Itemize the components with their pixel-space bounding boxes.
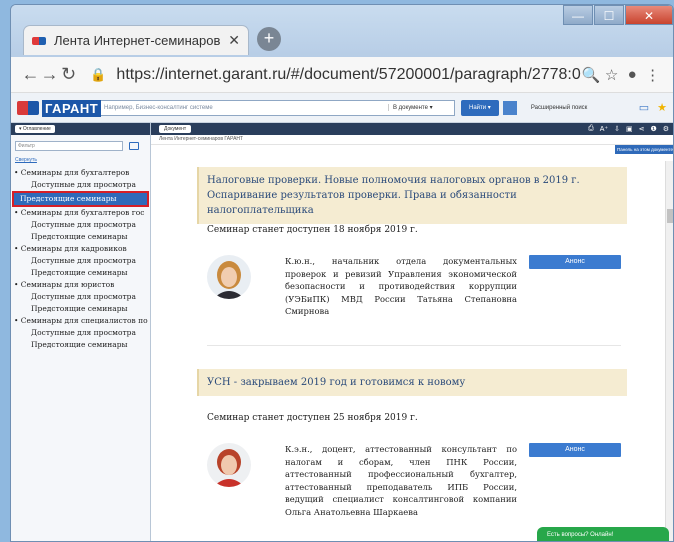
toc-section-item[interactable]: • Семинары для юристов <box>11 279 150 291</box>
divider <box>207 345 621 346</box>
export-icon[interactable]: ⇩ <box>614 125 620 133</box>
speaker-bio-1: К.ю.н., начальник отдела документальных … <box>285 256 517 316</box>
forward-icon[interactable]: → <box>40 64 59 85</box>
share-icon[interactable]: ⋖ <box>639 125 645 133</box>
speaker-bio-2: К.э.н., доцент, аттестованный консультан… <box>285 444 517 517</box>
toc-subitem[interactable]: Предстоящие семинары <box>11 339 150 351</box>
header-icons: ▭ ★ <box>639 101 667 114</box>
speaker-photo-1-image <box>207 255 251 299</box>
toc-subitem[interactable]: Доступные для просмотра <box>11 179 150 191</box>
new-tab-button[interactable]: + <box>257 27 281 51</box>
toc-subitem[interactable]: Доступные для просмотра <box>11 255 150 267</box>
document-toolbar: ⎙ A⁺ ⇩ ▣ ⋖ ❶ ⚙ <box>588 125 673 133</box>
minimize-button[interactable]: — <box>563 5 593 25</box>
toc-subitem[interactable]: Предстоящие семинары <box>12 191 149 207</box>
search-options-button[interactable] <box>502 100 517 115</box>
garant-logo-mark-icon <box>17 100 39 115</box>
document-bar: Документ ⎙ A⁺ ⇩ ▣ ⋖ ❶ ⚙ <box>151 123 673 135</box>
browser-window: Лента Интернет-семинаров ГАР ✕ + — ☐ ✕ ←… <box>10 4 674 542</box>
garant-header: ГАРАНТ Например, Бизнес-консалтинг систе… <box>11 93 673 123</box>
find-button[interactable]: Найти ▾ <box>461 99 499 116</box>
toc-subitem[interactable]: Предстоящие семинары <box>11 303 150 315</box>
account-icon[interactable]: ● <box>622 66 643 83</box>
devices-icon[interactable]: ▭ <box>639 101 649 114</box>
favorites-star-icon[interactable]: ★ <box>657 101 667 114</box>
left-panel-bar: ▾ Оглавление <box>11 123 150 135</box>
speaker-photo-1 <box>207 255 251 299</box>
toc-subitem[interactable]: Предстоящие семинары <box>11 231 150 243</box>
toc-section-item[interactable]: • Семинары для специалистов по <box>11 315 150 327</box>
speaker-photo-2 <box>207 443 251 487</box>
left-panel: ▾ Оглавление Фильтр Свернуть • Семинары … <box>11 123 151 541</box>
chat-widget[interactable]: Есть вопросы? Онлайн! <box>537 527 669 541</box>
search-placeholder: Например, Бизнес-консалтинг системе <box>104 104 213 111</box>
garant-logo-text: ГАРАНТ <box>42 99 102 117</box>
toc-filter: Фильтр <box>11 135 150 155</box>
address-bar[interactable]: https://internet.garant.ru/#/document/57… <box>116 66 580 84</box>
side-panel-toggle[interactable]: Панель на этом документе <box>615 145 673 154</box>
seminar-availability-2: Семинар станет доступен 25 ноября 2019 г… <box>207 413 418 423</box>
seminar-availability-1: Семинар станет доступен 18 ноября 2019 г… <box>207 225 418 235</box>
seminar-topic-2[interactable]: УСН - закрываем 2019 год и готовимся к н… <box>197 369 627 396</box>
collapse-link[interactable]: Свернуть <box>11 155 150 167</box>
title-bar: Лента Интернет-семинаров ГАР ✕ + — ☐ ✕ <box>11 5 673 57</box>
browser-tab[interactable]: Лента Интернет-семинаров ГАР ✕ <box>23 25 249 55</box>
info-icon[interactable]: ❶ <box>650 125 656 133</box>
document-area: Документ ⎙ A⁺ ⇩ ▣ ⋖ ❶ ⚙ Лента Интернет-с… <box>151 123 673 541</box>
garant-logo[interactable]: ГАРАНТ <box>17 98 102 118</box>
bookmark-star-icon[interactable]: ☆ <box>601 66 622 84</box>
browser-toolbar: ← → ↻ 🔒 https://internet.garant.ru/#/doc… <box>11 57 673 93</box>
search-scope-select[interactable]: В документе ▾ <box>388 104 450 111</box>
speaker-photo-2-image <box>207 443 251 487</box>
toc-section-item[interactable]: • Семинары для бухгалтеров <box>11 167 150 179</box>
document-scrollbar[interactable] <box>665 161 673 541</box>
tab-close-icon[interactable]: ✕ <box>228 32 240 49</box>
toc-section-item[interactable]: • Семинары для бухгалтеров гос <box>11 207 150 219</box>
window-controls: — ☐ ✕ <box>562 5 673 25</box>
settings-icon[interactable]: ⚙ <box>663 125 669 133</box>
toc-filter-input[interactable]: Фильтр <box>15 141 123 151</box>
close-window-button[interactable]: ✕ <box>625 5 673 25</box>
main-search-input[interactable]: Например, Бизнес-консалтинг системе В до… <box>99 99 455 116</box>
toc-subitem[interactable]: Доступные для просмотра <box>11 291 150 303</box>
extended-search-link[interactable]: Расширенный поиск <box>531 105 588 111</box>
anons-button-2[interactable]: Анонс <box>529 443 621 457</box>
menu-icon[interactable]: ⋮ <box>642 66 663 84</box>
toc-tree: • Семинары для бухгалтеров Доступные для … <box>11 167 150 351</box>
breadcrumb: Лента Интернет-семинаров ГАРАНТ <box>151 135 673 145</box>
print-icon[interactable]: ⎙ <box>588 125 594 133</box>
garant-favicon-icon <box>32 35 48 47</box>
reload-icon[interactable]: ↻ <box>59 64 78 85</box>
toc-tab[interactable]: ▾ Оглавление <box>15 125 55 133</box>
document-tab[interactable]: Документ <box>159 125 192 133</box>
toc-subitem[interactable]: Доступные для просмотра <box>11 327 150 339</box>
tab-title: Лента Интернет-семинаров ГАР <box>54 33 222 48</box>
zoom-icon[interactable]: 🔍 <box>581 66 602 84</box>
font-size-icon[interactable]: A⁺ <box>600 125 608 133</box>
toc-subitem[interactable]: Доступные для просмотра <box>11 219 150 231</box>
toc-filter-button[interactable] <box>129 142 139 150</box>
anons-button-1[interactable]: Анонс <box>529 255 621 269</box>
maximize-button[interactable]: ☐ <box>594 5 624 25</box>
save-icon[interactable]: ▣ <box>626 125 633 133</box>
seminar-topic-1[interactable]: Налоговые проверки. Новые полномочия нал… <box>197 167 627 224</box>
back-icon[interactable]: ← <box>21 64 40 85</box>
toc-section-item[interactable]: • Семинары для кадровиков <box>11 243 150 255</box>
scrollbar-thumb[interactable] <box>667 209 673 223</box>
toc-subitem[interactable]: Предстоящие семинары <box>11 267 150 279</box>
lock-icon: 🔒 <box>90 66 107 82</box>
